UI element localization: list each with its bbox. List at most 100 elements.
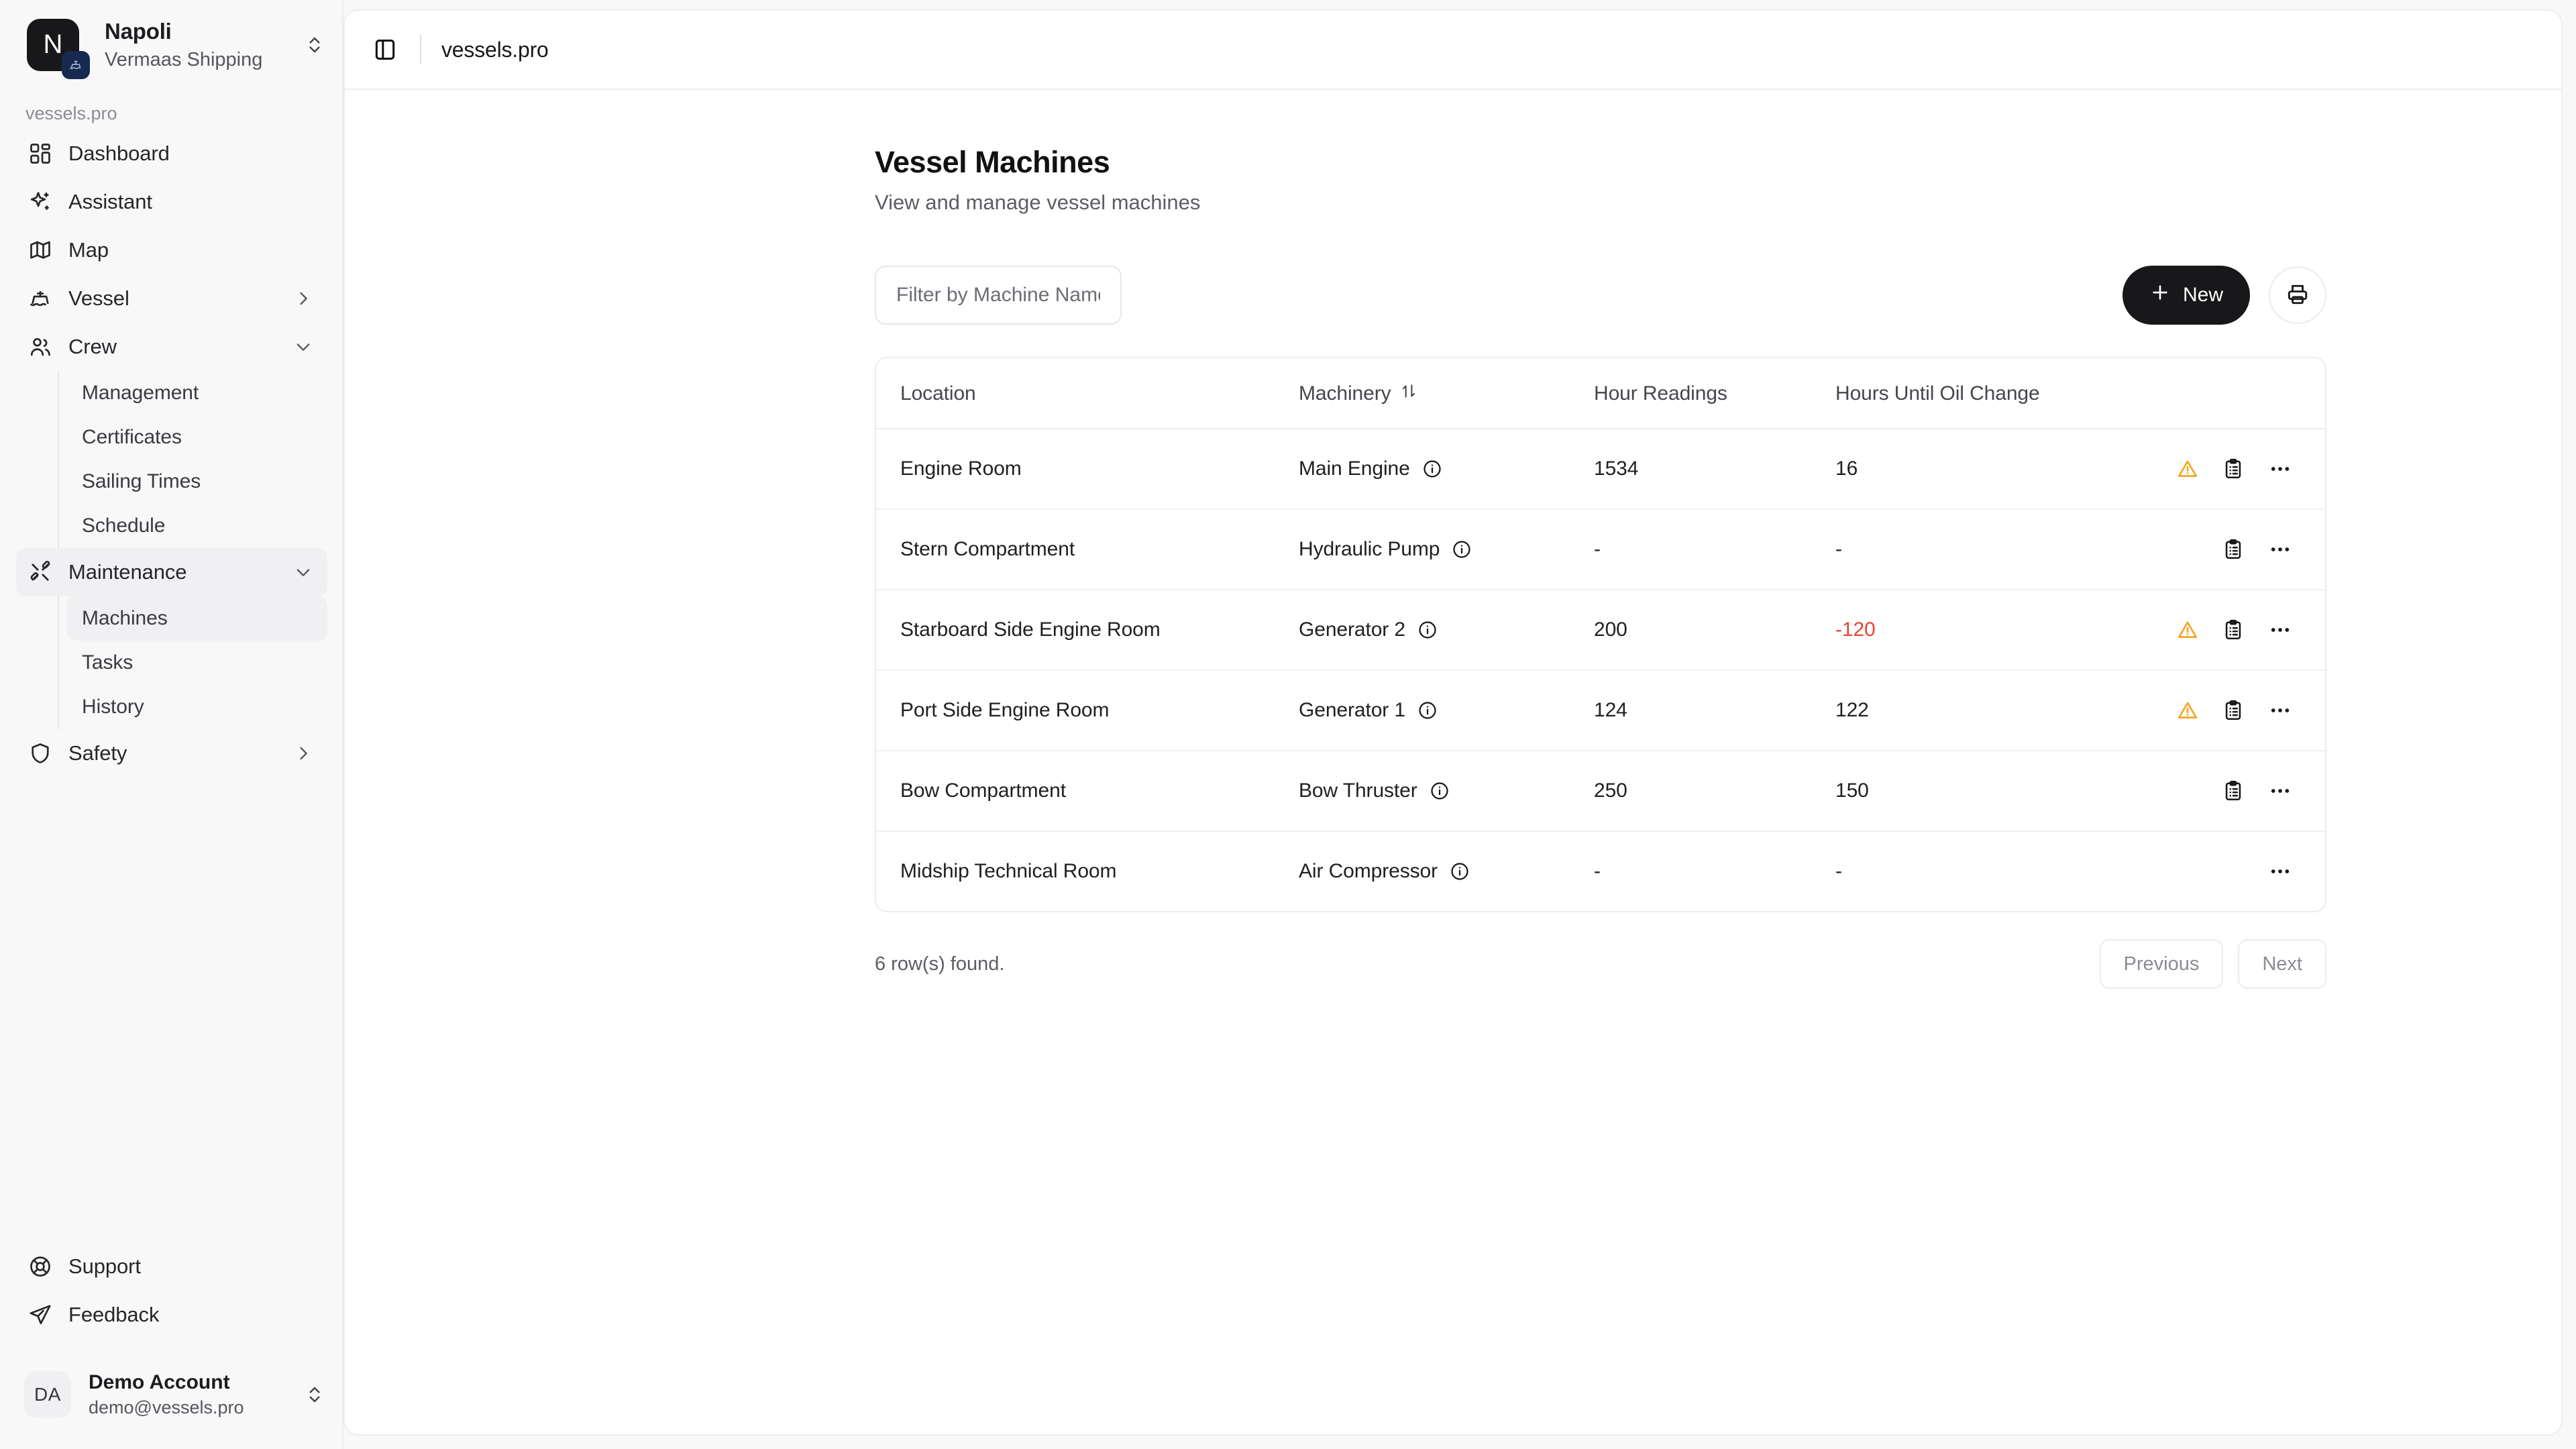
cell-actions	[2178, 429, 2325, 510]
sidebar-item-dashboard[interactable]: Dashboard	[16, 129, 327, 178]
row-more-menu-button[interactable]	[2267, 456, 2293, 482]
sidebar-item-label: Feedback	[68, 1302, 160, 1326]
sidebar-item-vessel[interactable]: Vessel	[16, 274, 327, 323]
cell-machinery: Main Engine	[1299, 429, 1594, 510]
sidebar-item-certificates[interactable]: Certificates	[67, 415, 327, 460]
sidebar-item-label: Crew	[68, 334, 117, 358]
cell-hours-until-oil-change: 150	[1835, 751, 2265, 832]
machinery-name: Main Engine	[1299, 458, 1410, 480]
sidebar-item-management[interactable]: Management	[67, 371, 327, 415]
user-account-switcher[interactable]: DA Demo Account demo@vessels.pro	[24, 1370, 325, 1419]
clipboard-list-icon[interactable]	[2222, 456, 2245, 482]
filter-machine-name-input[interactable]	[875, 266, 1122, 325]
sidebar-subitem-label: Tasks	[82, 651, 133, 674]
user-text: Demo Account demo@vessels.pro	[89, 1370, 305, 1419]
sidebar-item-machines[interactable]: Machines	[67, 596, 327, 641]
sidebar-item-assistant[interactable]: Assistant	[16, 178, 327, 226]
org-switcher[interactable]: N Napoli Vermaas Shipping	[27, 17, 325, 79]
info-icon[interactable]	[1430, 781, 1450, 801]
warning-icon[interactable]	[2176, 456, 2199, 482]
page-title: Vessel Machines	[875, 145, 1110, 179]
sidebar-item-safety[interactable]: Safety	[16, 729, 327, 777]
chevron-right-icon	[294, 289, 313, 308]
row-more-menu-button[interactable]	[2267, 778, 2293, 804]
row-more-menu-button[interactable]	[2267, 537, 2293, 562]
machinery-name: Air Compressor	[1299, 860, 1438, 882]
info-icon[interactable]	[1417, 620, 1438, 640]
table-row[interactable]: Midship Technical Room Air Compressor - -	[876, 831, 2325, 911]
clipboard-list-icon[interactable]	[2222, 537, 2245, 562]
table-row[interactable]: Bow Compartment Bow Thruster 250 150	[876, 751, 2325, 832]
sidebar-item-crew[interactable]: Crew	[16, 323, 327, 371]
previous-page-button[interactable]: Previous	[2099, 939, 2224, 989]
shield-icon	[27, 740, 54, 767]
sidebar-item-schedule[interactable]: Schedule	[67, 504, 327, 548]
clipboard-list-icon[interactable]	[2222, 617, 2245, 643]
org-text: Napoli Vermaas Shipping	[105, 17, 305, 72]
table-footer: 6 row(s) found. Previous Next	[875, 939, 2326, 989]
sidebar-item-map[interactable]: Map	[16, 226, 327, 274]
dashboard-icon	[27, 140, 54, 167]
sidebar-item-maintenance[interactable]: Maintenance	[16, 547, 327, 596]
info-icon[interactable]	[1417, 700, 1438, 720]
table-row[interactable]: Stern Compartment Hydraulic Pump - -	[876, 509, 2325, 590]
new-button[interactable]: New	[2122, 266, 2250, 325]
cell-hour-readings: -	[1594, 509, 1835, 590]
info-icon[interactable]	[1422, 459, 1442, 479]
chevron-right-icon	[294, 744, 313, 763]
machines-table-container: Location Machinery Hour Readings Hours U…	[875, 357, 2326, 912]
sidebar-toggle-icon[interactable]	[370, 35, 400, 64]
sidebar-section-label: vessels.pro	[25, 103, 117, 123]
page-content: Vessel Machines View and manage vessel m…	[345, 90, 2561, 1434]
info-icon[interactable]	[1452, 539, 1472, 559]
app-root: N Napoli Vermaas Shipping vessels.pro Da…	[0, 0, 2576, 1449]
sidebar-item-sailing-times[interactable]: Sailing Times	[67, 460, 327, 504]
user-name: Demo Account	[89, 1371, 230, 1393]
cell-location: Port Side Engine Room	[876, 670, 1299, 751]
send-icon	[27, 1301, 54, 1328]
machinery-name: Hydraulic Pump	[1299, 538, 1440, 560]
cell-hours-until-oil-change: 16	[1835, 429, 2265, 510]
table-row[interactable]: Starboard Side Engine Room Generator 2 200…	[876, 590, 2325, 671]
org-name: Napoli	[105, 19, 172, 44]
table-row[interactable]: Port Side Engine Room Generator 1 124 122	[876, 670, 2325, 751]
table-body: Engine Room Main Engine 1534 16 Stern Compar…	[876, 429, 2325, 911]
main-card: vessels.pro Vessel Machines View and man…	[343, 9, 2563, 1436]
warning-icon[interactable]	[2176, 617, 2199, 643]
row-more-menu-button[interactable]	[2267, 859, 2293, 884]
sidebar-item-support[interactable]: Support	[16, 1242, 327, 1291]
column-header-actions	[2265, 358, 2325, 429]
info-icon[interactable]	[1450, 861, 1470, 881]
table-row[interactable]: Engine Room Main Engine 1534 16	[876, 429, 2325, 510]
rows-found-label: 6 row(s) found.	[875, 953, 1005, 975]
main-region: vessels.pro Vessel Machines View and man…	[343, 0, 2576, 1449]
sidebar-item-label: Dashboard	[68, 141, 170, 165]
sidebar-item-tasks[interactable]: Tasks	[67, 641, 327, 685]
next-page-button[interactable]: Next	[2238, 939, 2326, 989]
clipboard-list-icon[interactable]	[2222, 778, 2245, 804]
maintenance-subnav: Machines Tasks History	[58, 596, 327, 729]
sidebar-item-feedback[interactable]: Feedback	[16, 1291, 327, 1339]
cell-machinery: Generator 2	[1299, 590, 1594, 671]
topbar: vessels.pro	[345, 11, 2561, 90]
org-subtitle: Vermaas Shipping	[105, 49, 263, 71]
clipboard-list-icon[interactable]	[2222, 698, 2245, 723]
new-button-label: New	[2182, 284, 2223, 306]
sidebar-subitem-label: Sailing Times	[82, 470, 201, 492]
sort-machinery-button[interactable]: Machinery	[1299, 382, 1417, 405]
sidebar-item-history[interactable]: History	[67, 685, 327, 729]
table-head: Location Machinery Hour Readings Hours U…	[876, 358, 2325, 429]
row-more-menu-button[interactable]	[2267, 617, 2293, 643]
cell-location: Bow Compartment	[876, 751, 1299, 832]
column-header-hours-until-oil-change: Hours Until Oil Change	[1835, 358, 2265, 429]
sidebar-item-label: Map	[68, 237, 109, 262]
lifebuoy-icon	[27, 1253, 54, 1280]
warning-icon[interactable]	[2176, 698, 2199, 723]
users-icon	[27, 333, 54, 360]
sidebar-subitem-label: Schedule	[82, 514, 166, 537]
sidebar-item-label: Safety	[68, 741, 127, 765]
row-more-menu-button[interactable]	[2267, 698, 2293, 723]
column-header-machinery-label: Machinery	[1299, 382, 1391, 405]
print-button[interactable]	[2269, 266, 2326, 324]
